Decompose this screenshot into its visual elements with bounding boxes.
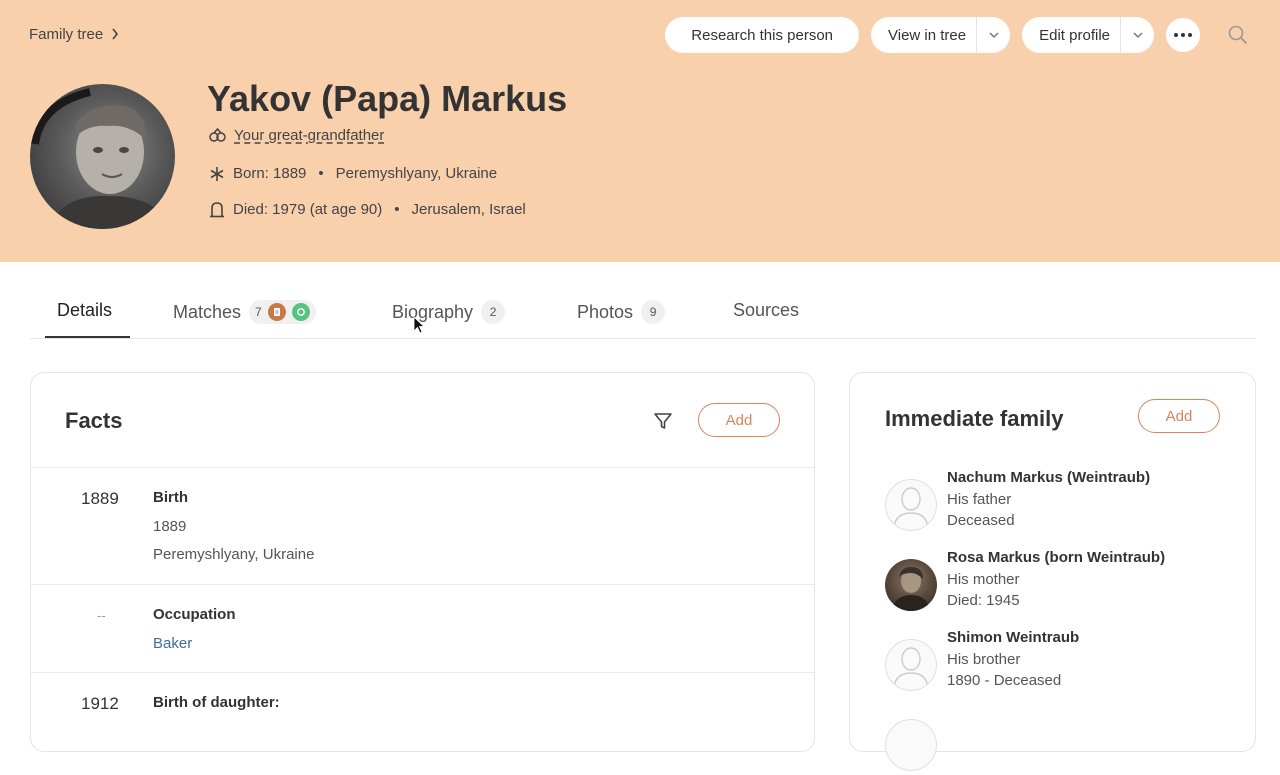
person-name: Yakov (Papa) Markus (207, 78, 568, 119)
person-silhouette-icon (893, 647, 929, 687)
family-title: Immediate family (885, 406, 1064, 431)
fact-year: 1889 (81, 489, 119, 508)
fact-place: Peremyshlyany, Ukraine (153, 546, 315, 563)
search-button[interactable] (1220, 17, 1256, 53)
divider (31, 467, 814, 468)
tab-biography[interactable]: Biography 2 (392, 300, 506, 324)
more-icon (1174, 33, 1192, 37)
smart-match-icon (291, 303, 310, 321)
more-options-button[interactable] (1166, 18, 1200, 52)
separator-dot: • (318, 165, 324, 182)
avatar (885, 559, 937, 611)
matches-count: 7 (255, 305, 262, 319)
relationship-link[interactable]: Your great-grandfather (234, 127, 384, 144)
fact-year: -- (97, 608, 106, 623)
research-person-button[interactable]: Research this person (665, 17, 860, 53)
filter-icon[interactable] (653, 411, 673, 431)
death-date: Died: 1979 (at age 90) (233, 201, 383, 218)
tab-sources[interactable]: Sources (733, 300, 799, 321)
research-person-label: Research this person (691, 26, 834, 44)
profile-photo[interactable] (30, 84, 175, 229)
fact-title: Birth of daughter: (153, 694, 280, 711)
photos-count-badge: 9 (641, 300, 666, 324)
family-member-name: Shimon Weintraub (947, 629, 1080, 646)
biography-count-badge: 2 (481, 300, 506, 324)
avatar (885, 479, 937, 531)
occupation-link[interactable]: Baker (153, 635, 192, 652)
tab-photos[interactable]: Photos 9 (577, 300, 666, 324)
facts-card: Facts Add 1889 Birth 1889 Peremyshlyany,… (30, 372, 815, 752)
active-tab-indicator (45, 336, 130, 338)
chevron-down-icon (989, 32, 999, 39)
view-in-tree-button[interactable]: View in tree (871, 17, 1011, 53)
profile-tabs: Details Matches 7 Biography 2 Photos 9 S… (30, 286, 1256, 339)
add-fact-button[interactable]: Add (698, 403, 780, 437)
edit-profile-button[interactable]: Edit profile (1022, 17, 1154, 53)
matches-count-badge: 7 (249, 300, 316, 324)
family-member-status: Deceased (947, 512, 1015, 529)
birth-line: Born: 1889 • Peremyshlyany, Ukraine (209, 165, 497, 182)
add-family-member-button[interactable]: Add (1138, 399, 1220, 433)
family-member[interactable]: Rosa Markus (born Weintraub) His mother … (885, 549, 1225, 615)
family-member-status: Died: 1945 (947, 592, 1020, 609)
chevron-down-icon (1132, 32, 1143, 39)
person-photo-icon (891, 567, 931, 611)
tab-matches[interactable]: Matches 7 (173, 300, 316, 324)
tombstone-icon (210, 202, 224, 218)
fact-title: Occupation (153, 606, 236, 623)
family-member-name: Rosa Markus (born Weintraub) (947, 549, 1166, 566)
death-place: Jerusalem, Israel (411, 201, 526, 218)
separator-dot: • (394, 201, 400, 218)
tab-biography-label: Biography (392, 301, 474, 322)
search-icon (1228, 25, 1248, 45)
breadcrumb[interactable]: Family tree (29, 26, 119, 43)
view-in-tree-label: View in tree (888, 26, 967, 44)
record-match-icon (267, 303, 286, 321)
fact-date: 1889 (153, 518, 187, 535)
view-tree-dropdown-toggle[interactable] (976, 17, 1010, 53)
birth-icon (210, 166, 224, 181)
tab-photos-label: Photos (577, 301, 634, 322)
fact-title: Birth (153, 489, 188, 506)
edit-profile-label: Edit profile (1039, 26, 1110, 44)
relation-line: Your great-grandfather (209, 127, 384, 144)
birth-place: Peremyshlyany, Ukraine (335, 165, 498, 182)
family-member[interactable] (885, 709, 1225, 775)
tab-matches-label: Matches (173, 301, 242, 322)
birth-date: Born: 1889 (233, 165, 307, 182)
edit-profile-dropdown-toggle[interactable] (1120, 17, 1154, 53)
breadcrumb-label[interactable]: Family tree (29, 26, 103, 43)
family-member-status: 1890 - Deceased (947, 672, 1062, 689)
immediate-family-card: Immediate family Add Nachum Markus (Wein… (849, 372, 1256, 771)
tab-sources-label: Sources (733, 300, 800, 320)
chevron-right-icon (111, 27, 119, 43)
relationship-icon (209, 128, 226, 142)
divider (31, 584, 814, 585)
profile-header: Family tree Research this person View in… (0, 0, 1280, 262)
fact-year: 1912 (81, 694, 119, 713)
family-member-relation: His brother (947, 651, 1021, 668)
family-member-relation: His mother (947, 571, 1020, 588)
family-member[interactable]: Nachum Markus (Weintraub) His father Dec… (885, 469, 1225, 535)
divider (31, 672, 814, 673)
family-member[interactable]: Shimon Weintraub His brother 1890 - Dece… (885, 629, 1225, 695)
person-photo-icon (31, 88, 170, 229)
avatar (885, 719, 937, 771)
mouse-cursor-icon (413, 316, 425, 334)
family-member-name: Nachum Markus (Weintraub) (947, 469, 1151, 486)
avatar (885, 639, 937, 691)
facts-title: Facts (65, 408, 123, 433)
family-member-relation: His father (947, 491, 1012, 508)
tab-details-label: Details (57, 300, 113, 320)
person-silhouette-icon (893, 487, 929, 527)
tab-details[interactable]: Details (57, 300, 112, 321)
header-actions: Research this person View in tree Edit p… (665, 17, 1256, 53)
death-line: Died: 1979 (at age 90) • Jerusalem, Isra… (209, 201, 526, 218)
